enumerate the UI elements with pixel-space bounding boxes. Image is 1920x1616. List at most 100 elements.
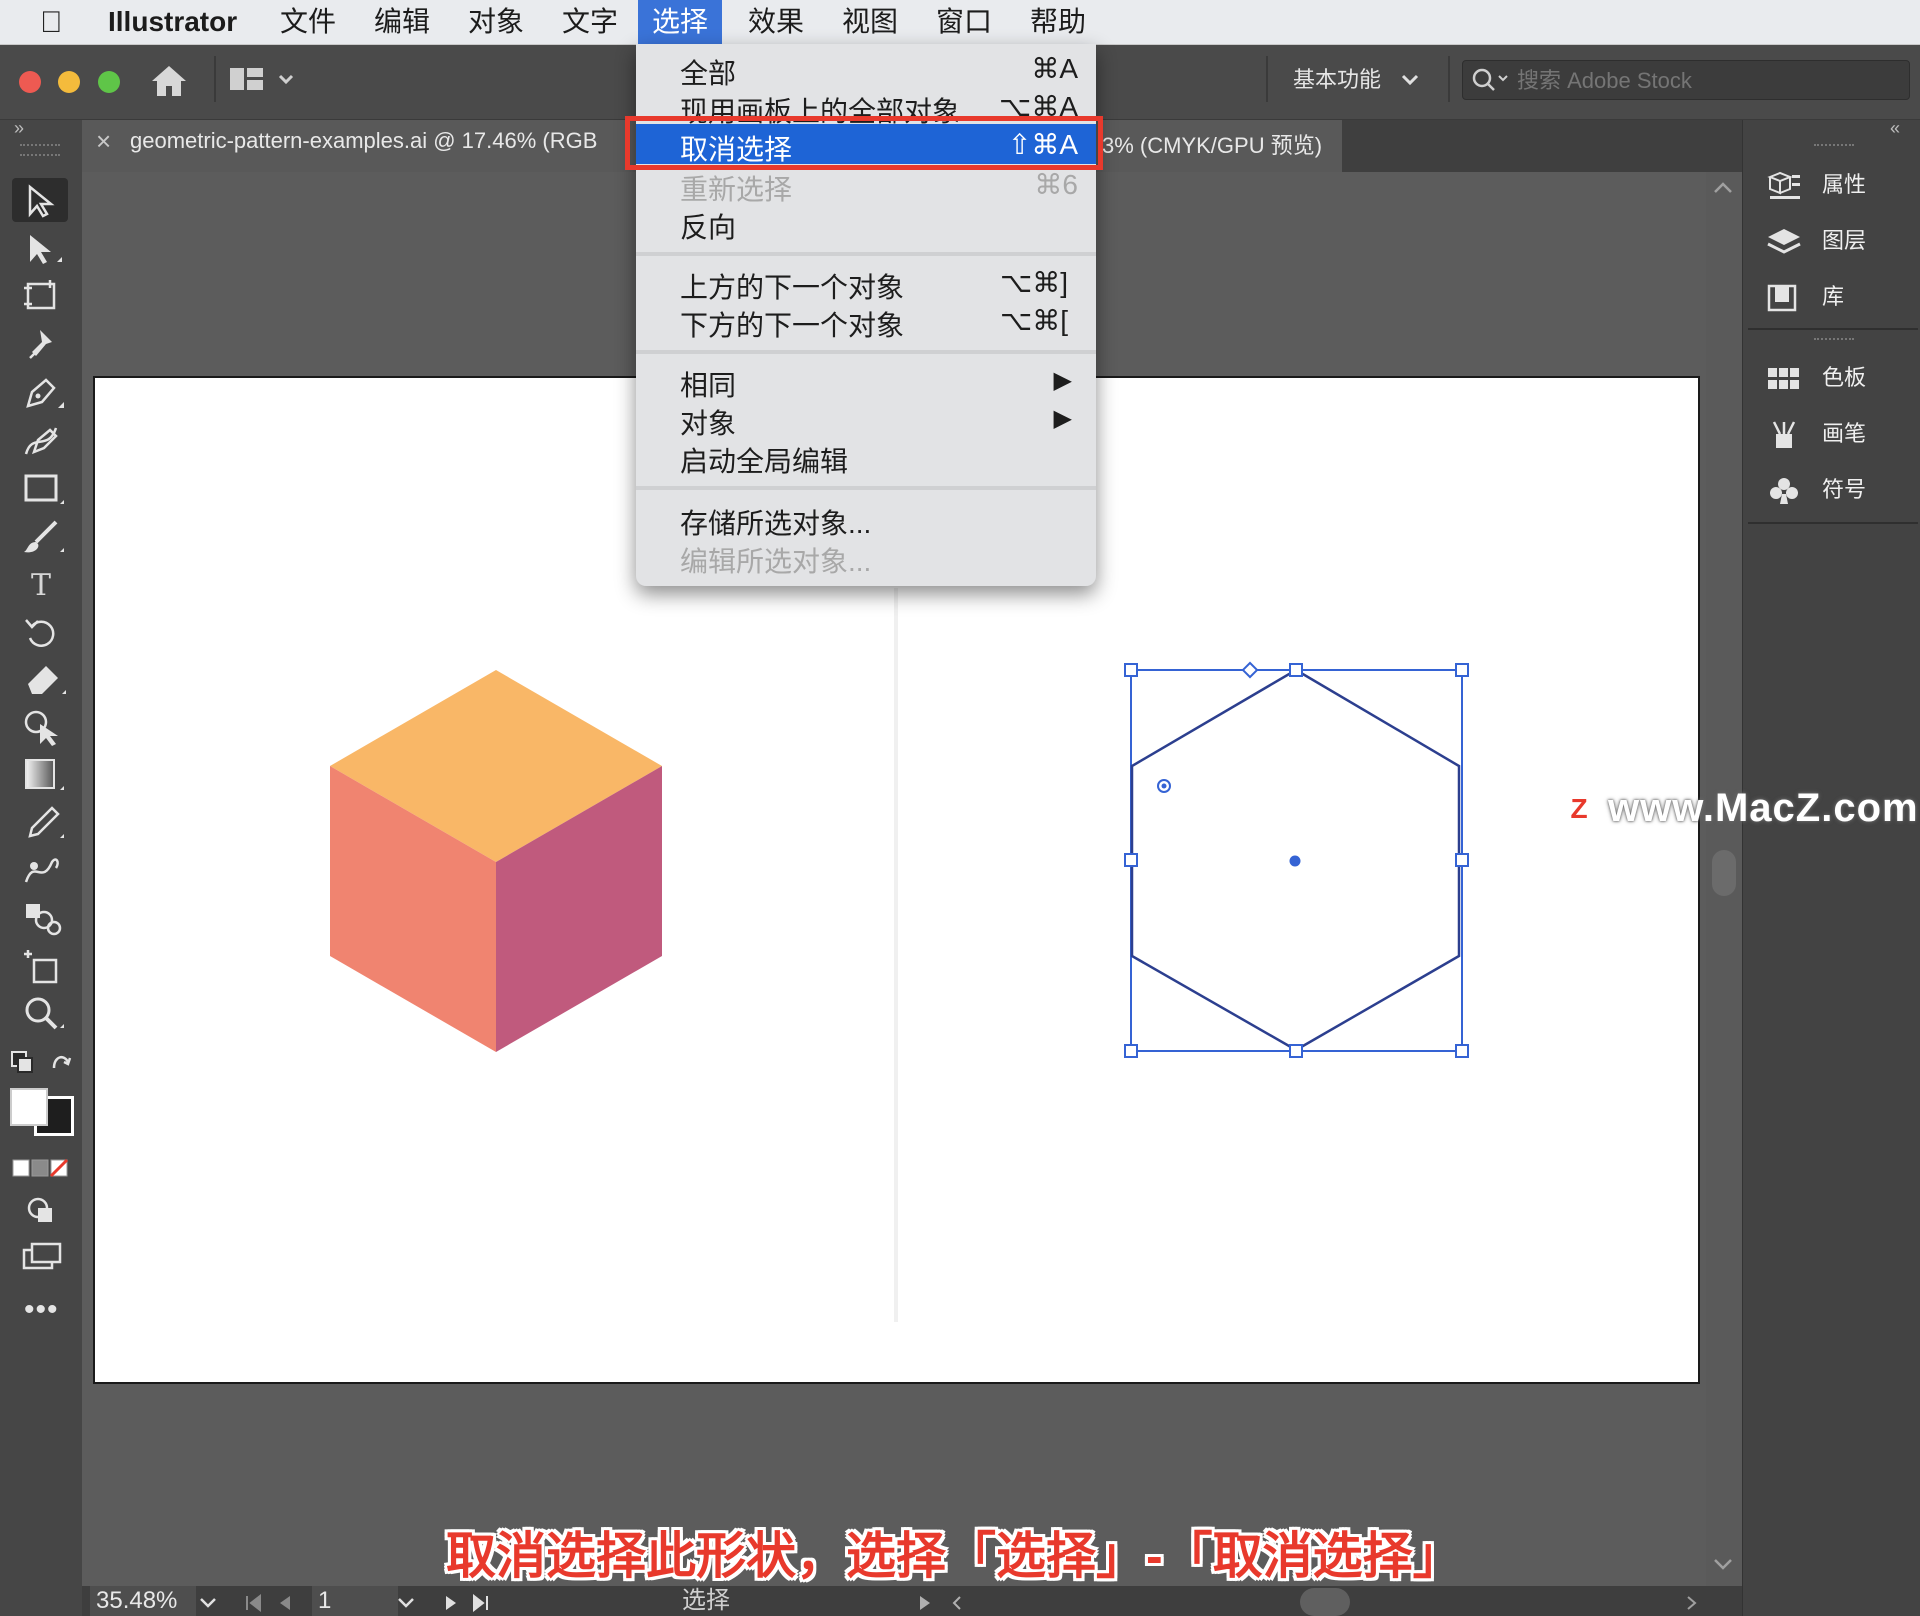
rotate-tool-icon[interactable] [22, 614, 66, 652]
curvature-tool-icon[interactable] [22, 422, 66, 460]
scroll-up-icon[interactable] [1712, 180, 1734, 196]
collapse-panel-icon[interactable]: « [1890, 118, 1900, 139]
shortcut-next-object-above: ⌥⌘] [999, 267, 1068, 298]
direct-selection-tool-icon[interactable] [24, 232, 64, 268]
eraser-tool-icon[interactable] [22, 660, 66, 698]
swatches-icon [1768, 368, 1799, 390]
apple-icon[interactable]:  [40, 6, 63, 40]
menu-effect[interactable]: 效果 [734, 0, 818, 44]
minimize-window-button[interactable] [58, 71, 80, 93]
fill-color-swatch[interactable] [10, 1088, 48, 1126]
scroll-down-icon[interactable] [1712, 1556, 1734, 1572]
menu-item-object[interactable]: 对象 [680, 402, 736, 442]
slice-tool-icon[interactable] [22, 948, 66, 986]
stock-search-input[interactable] [1515, 67, 1899, 95]
rectangle-tool-icon[interactable] [22, 470, 66, 508]
panel-brushes-label: 画笔 [1822, 421, 1867, 446]
panel-separator [1748, 522, 1918, 524]
panel-grip[interactable] [1814, 144, 1854, 152]
home-icon[interactable] [150, 64, 188, 98]
artboard-dropdown-chevron-icon[interactable] [396, 1596, 416, 1610]
isometric-cube[interactable] [320, 660, 670, 1060]
status-info-text: 选择 [682, 1587, 730, 1614]
expand-panel-icon[interactable]: » [14, 118, 24, 139]
horizontal-scroll-thumb[interactable] [1300, 1588, 1350, 1616]
zoom-tool-icon[interactable] [22, 994, 66, 1032]
callout-highlight-box [625, 116, 1103, 170]
pen-tool-icon[interactable] [22, 374, 66, 412]
menu-separator [636, 350, 1096, 354]
menu-item-select-all[interactable]: 全部 [680, 52, 736, 92]
menu-type[interactable]: 文字 [548, 0, 632, 44]
symbol-sprayer-tool-icon[interactable] [22, 900, 66, 938]
menu-item-next-object-below[interactable]: 下方的下一个对象 [680, 304, 904, 344]
document-tab-title[interactable]: geometric-pattern-examples.ai @ 17.46% (… [130, 128, 597, 154]
blend-tool-icon[interactable] [22, 852, 66, 890]
chevron-down-icon[interactable] [1400, 72, 1420, 88]
panel-swatches[interactable]: 色板 [1766, 358, 1866, 398]
artboard-number-field[interactable]: 1 [312, 1586, 398, 1616]
shortcut-reselect: ⌘6 [1034, 169, 1078, 200]
next-last-artboard-icons[interactable] [440, 1594, 496, 1612]
menu-select[interactable]: 选择 [638, 0, 723, 44]
draw-mode-icon[interactable] [24, 1194, 60, 1228]
scrollbar-thumb[interactable] [1712, 850, 1736, 896]
libraries-icon [1767, 284, 1797, 312]
menu-window[interactable]: 窗口 [922, 0, 1006, 44]
selected-hexagon[interactable] [1118, 656, 1478, 1066]
stock-search-box[interactable] [1462, 60, 1910, 100]
menu-item-inverse[interactable]: 反向 [680, 206, 736, 246]
panel-properties-label: 属性 [1822, 172, 1867, 197]
panel-grip[interactable] [1814, 338, 1854, 346]
shape-builder-tool-icon[interactable] [22, 708, 66, 746]
puppet-warp-tool-icon[interactable] [22, 326, 62, 362]
panel-brushes[interactable]: 画笔 [1766, 414, 1866, 454]
zoom-level-field[interactable]: 35.48% [90, 1586, 196, 1616]
artboard-tool-icon[interactable] [22, 278, 62, 314]
menu-item-reselect[interactable]: 重新选择 [680, 168, 792, 208]
workspace-switcher[interactable]: 基本功能 [1293, 62, 1381, 94]
menu-help[interactable]: 帮助 [1016, 0, 1100, 44]
screen-mode-icon[interactable] [20, 1240, 64, 1274]
document-tab-title-tail[interactable]: 3% (CMYK/GPU 预览) [1102, 128, 1322, 160]
scroll-right-icon[interactable] [1684, 1594, 1700, 1612]
close-window-button[interactable] [19, 71, 41, 93]
panel-layers[interactable]: 图层 [1766, 221, 1866, 261]
menu-file[interactable]: 文件 [266, 0, 350, 44]
panel-properties[interactable]: 属性 [1766, 165, 1866, 205]
paintbrush-tool-icon[interactable] [22, 518, 66, 556]
menu-item-same[interactable]: 相同 [680, 364, 736, 404]
menu-item-edit-selection[interactable]: 编辑所选对象... [680, 540, 871, 580]
arrange-documents-icon[interactable] [228, 64, 298, 94]
panel-separator [1748, 328, 1918, 330]
menu-separator [636, 486, 1096, 490]
menu-item-start-global-edit[interactable]: 启动全局编辑 [680, 440, 848, 480]
selection-tool-icon[interactable] [24, 184, 56, 218]
zoom-window-button[interactable] [98, 71, 120, 93]
menu-item-save-selection[interactable]: 存储所选对象... [680, 502, 871, 542]
watermark-text: www.MacZ.com [1608, 786, 1919, 830]
zoom-dropdown-chevron-icon[interactable] [198, 1596, 218, 1610]
eyedropper-tool-icon[interactable] [22, 804, 66, 842]
panel-libraries[interactable]: 库 [1766, 277, 1844, 317]
gradient-tool-icon[interactable] [22, 756, 66, 794]
toolbar-divider [1448, 56, 1450, 102]
status-menu-arrows-icon[interactable] [916, 1594, 966, 1612]
panel-symbols[interactable]: 符号 [1766, 470, 1866, 510]
color-mode-buttons[interactable] [12, 1158, 70, 1178]
type-tool-icon[interactable]: T [18, 566, 64, 606]
more-tools-icon[interactable]: ••• [24, 1295, 59, 1325]
center-point [1289, 855, 1301, 867]
close-tab-icon[interactable]: × [96, 126, 111, 157]
panel-grip[interactable] [20, 144, 60, 156]
menu-item-next-object-above[interactable]: 上方的下一个对象 [680, 266, 904, 306]
symbols-icon [1770, 478, 1798, 505]
rotate-handle [1241, 661, 1259, 679]
first-previous-artboard-icons[interactable] [244, 1594, 300, 1612]
menu-edit[interactable]: 编辑 [360, 0, 444, 44]
menu-object[interactable]: 对象 [454, 0, 538, 44]
menu-view[interactable]: 视图 [828, 0, 912, 44]
menu-app-name[interactable]: Illustrator [94, 0, 251, 44]
panel-libraries-label: 库 [1822, 284, 1845, 309]
swap-fill-stroke-icon[interactable] [10, 1048, 76, 1076]
